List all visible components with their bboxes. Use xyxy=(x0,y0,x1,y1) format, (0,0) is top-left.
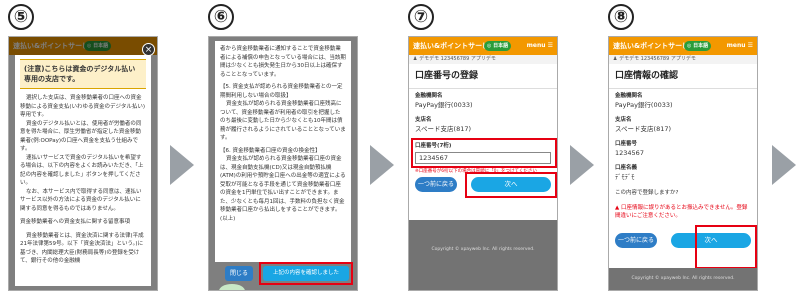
modal-paragraph: 者から資金移動業者に通知することで資金移動業者による補償の申告となっている場合に… xyxy=(220,46,346,78)
next-step-arrow xyxy=(570,145,594,185)
screen-6: 者から資金移動業者に通知することで資金移動業者による補償の申告となっている場合に… xyxy=(208,36,358,291)
warning-message: ▲ 口座情報に誤りがあるとお振込みできません。登録間違いにご注意ください。 xyxy=(615,205,748,219)
highlight-box xyxy=(259,262,353,285)
modal-paragraph: 選択した支店は、資金移動業者の口座への資金移動による資金支払(いわゆる資金のデジ… xyxy=(20,95,146,118)
highlight-box xyxy=(465,172,557,198)
close-icon[interactable]: × xyxy=(142,43,155,56)
modal-paragraph: 資金支払が認められる資金移動業者口座残高について、資金移動業者が利用者の取引を把… xyxy=(220,101,346,141)
back-button[interactable]: 一つ前に戻る xyxy=(415,177,457,192)
next-step-arrow xyxy=(370,145,394,185)
modal-paragraph: 資金支払が認められる資金移動業者口座の資金は、現金自動支払機(CD)又は現金自動… xyxy=(220,156,346,213)
field-value: スペード支店(817) xyxy=(415,125,472,133)
screen-5: 速払い&ポイントサービス ◎ 日本語 (注意)こちらは資金のデジタル払い専用の支… xyxy=(8,36,158,291)
highlight-box xyxy=(411,138,557,168)
field-label: 金融機関名 xyxy=(615,93,643,99)
field-value: スペード支店(817) xyxy=(615,125,672,133)
modal-section-heading: 【6. 資金移動業者口座の資金の換金性】 xyxy=(220,147,321,154)
highlight-box xyxy=(695,225,757,269)
modal-paragraph: (以上) xyxy=(220,215,236,222)
modal-section-heading: 【5. 資金支払が認められる資金移動業者との一定期間利用しない場合の取扱】 xyxy=(220,84,343,99)
field-label: 金融機関名 xyxy=(415,93,443,99)
modal-paragraph: 資金移動業者とは、資金決済に関する法律(平成21年法律第59号。以下「資金決済法… xyxy=(20,232,144,265)
field-label: 支店名 xyxy=(615,117,632,123)
language-badge[interactable]: ◎ 日本語 xyxy=(684,41,712,51)
field-value: ﾃﾞﾓﾃﾞﾓ xyxy=(615,173,635,181)
step-6-label: ⑥ xyxy=(208,4,234,30)
app-header: 速払い&ポイントサービス ◎ 日本語 menu ☰ xyxy=(409,37,557,55)
modal-section-heading: 資金移動業者への資金支払に関する留意事項 xyxy=(20,219,131,225)
step-5-label: ⑤ xyxy=(8,4,34,30)
app-header: 速払い&ポイントサービス ◎ 日本語 menu ☰ xyxy=(609,37,757,55)
field-value: PayPay銀行(0033) xyxy=(415,101,473,109)
page-title: 口座情報の確認 xyxy=(609,64,757,89)
close-button[interactable]: 閉じる xyxy=(225,266,253,281)
screen-7: 速払い&ポイントサービス ◎ 日本語 menu ☰ ♟ デモデモ 1234567… xyxy=(408,36,558,291)
page-footer: Copyright © xpayweb Inc. All rights rese… xyxy=(609,268,757,290)
back-button[interactable]: 一つ前に戻る xyxy=(615,233,657,248)
field-label: 口座番号 xyxy=(615,141,638,147)
language-badge[interactable]: ◎ 日本語 xyxy=(484,41,512,51)
field-label: 支店名 xyxy=(415,117,432,123)
screen-8: 速払い&ポイントサービス ◎ 日本語 menu ☰ ♟ デモデモ 1234567… xyxy=(608,36,758,291)
field-value: 1234567 xyxy=(615,149,644,157)
modal-paragraph: 資金のデジタル払いとは、使用者が労働者の同意を得た場合に、厚生労働省が指定した資… xyxy=(20,120,142,153)
user-info-bar: ♟ デモデモ 123456789 アプリデモ xyxy=(409,55,557,64)
terms-modal: 者から資金移動業者に通知することで資金移動業者による補償の申告となっている場合に… xyxy=(215,41,351,262)
confirm-question: この内容で登録しますか? xyxy=(615,190,679,196)
modal-paragraph: 速払いサービスで資金のデジタル払いを希望する場合は、以下の内容をよくお読みいただ… xyxy=(20,154,144,187)
notice-heading: (注意)こちらは資金のデジタル払い専用の支店です。 xyxy=(20,59,146,89)
menu-button[interactable]: menu ☰ xyxy=(727,37,753,55)
modal-paragraph: なお、本サービス内で取得する同意は、速払いサービス以外の方法による資金のデジタル… xyxy=(20,188,142,212)
step-7-label: ⑦ xyxy=(408,4,434,30)
page-footer: Copyright © xpayweb Inc. All rights rese… xyxy=(409,220,557,290)
step-8-label: ⑧ xyxy=(608,4,634,30)
next-step-arrow xyxy=(772,145,796,185)
next-step-arrow xyxy=(170,145,194,185)
notice-modal: (注意)こちらは資金のデジタル払い専用の支店です。 選択した支店は、資金移動業者… xyxy=(15,55,151,286)
field-value: PayPay銀行(0033) xyxy=(615,101,673,109)
user-info-bar: ♟ デモデモ 123456789 アプリデモ xyxy=(609,55,757,64)
decorative-blob xyxy=(219,284,245,290)
page-title: 口座番号の登録 xyxy=(409,64,557,89)
menu-button[interactable]: menu ☰ xyxy=(527,37,553,55)
field-label: 口座名義 xyxy=(615,165,638,171)
